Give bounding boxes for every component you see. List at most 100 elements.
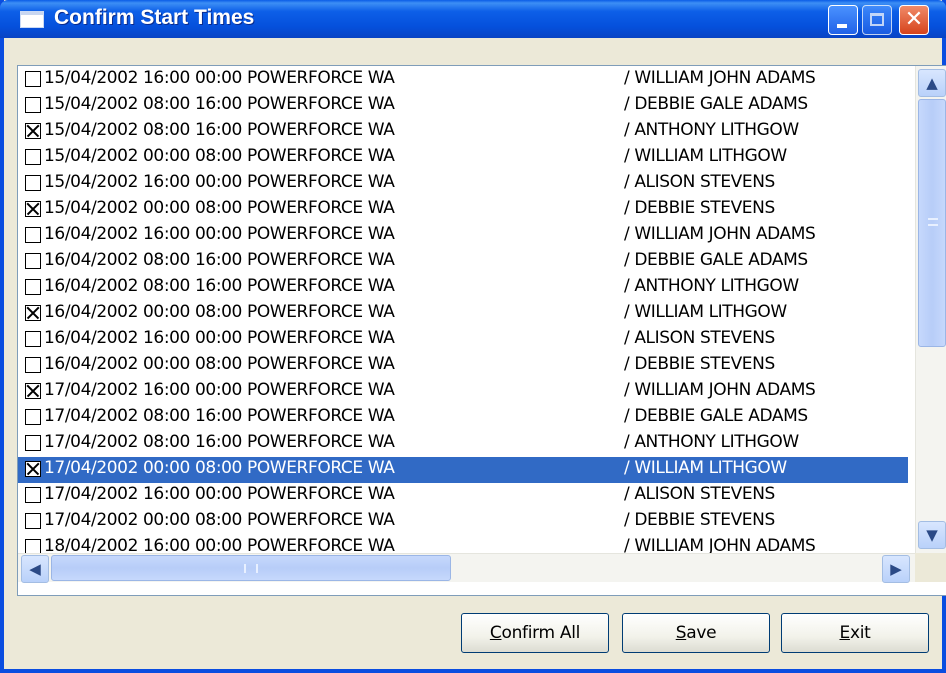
employee-name-text: / DEBBIE STEVENS [624,354,775,374]
button-label: xit [849,623,871,643]
list-item[interactable]: 15/04/2002 08:00 16:00 POWERFORCE WA / AN… [18,119,908,145]
window-icon [20,11,44,28]
list-item[interactable]: 16/04/2002 00:00 08:00 POWERFORCE WA / WI… [18,301,908,327]
employee-name-text: / DEBBIE STEVENS [624,510,775,530]
grip-icon [244,564,258,573]
row-checkbox[interactable] [25,253,41,269]
shift-entry-text: 17/04/2002 00:00 08:00 POWERFORCE WA [44,510,395,530]
shift-entry-text: 16/04/2002 00:00 08:00 POWERFORCE WA [44,354,395,374]
employee-name-text: / DEBBIE STEVENS [624,198,775,218]
row-checkbox[interactable] [25,279,41,295]
chevron-up-icon: ▲ [926,74,938,92]
vertical-scroll-thumb[interactable] [918,99,946,347]
employee-name-text: / DEBBIE GALE ADAMS [624,250,808,270]
chevron-right-icon: ▶ [890,560,902,578]
shift-entry-text: 15/04/2002 16:00 00:00 POWERFORCE WA [44,68,395,88]
shift-entry-text: 16/04/2002 08:00 16:00 POWERFORCE WA [44,250,395,270]
row-checkbox[interactable] [25,201,41,217]
shift-entry-text: 17/04/2002 08:00 16:00 POWERFORCE WA [44,406,395,426]
row-checkbox[interactable] [25,409,41,425]
list-item[interactable]: 17/04/2002 00:00 08:00 POWERFORCE WA / DE… [18,509,908,535]
grip-icon [928,218,938,226]
mnemonic: E [839,623,850,643]
scroll-left-button[interactable]: ◀ [21,555,49,583]
list-item[interactable]: 18/04/2002 16:00 00:00 POWERFORCE WA / WI… [18,535,908,553]
chevron-down-icon: ▼ [926,526,938,544]
row-checkbox[interactable] [25,357,41,373]
shift-entry-text: 15/04/2002 08:00 16:00 POWERFORCE WA [44,94,395,114]
employee-name-text: / ALISON STEVENS [624,172,775,192]
list-item[interactable]: 17/04/2002 00:00 08:00 POWERFORCE WA / WI… [18,457,908,483]
list-item[interactable]: 17/04/2002 08:00 16:00 POWERFORCE WA / AN… [18,431,908,457]
list-item[interactable]: 16/04/2002 08:00 16:00 POWERFORCE WA / DE… [18,249,908,275]
list-item[interactable]: 17/04/2002 08:00 16:00 POWERFORCE WA / DE… [18,405,908,431]
shift-entry-text: 16/04/2002 16:00 00:00 POWERFORCE WA [44,224,395,244]
row-checkbox[interactable] [25,149,41,165]
shift-entry-text: 16/04/2002 08:00 16:00 POWERFORCE WA [44,276,395,296]
row-checkbox[interactable] [25,175,41,191]
row-checkbox[interactable] [25,123,41,139]
shift-entry-text: 17/04/2002 16:00 00:00 POWERFORCE WA [44,484,395,504]
confirm-all-button[interactable]: Confirm All [461,613,609,653]
employee-name-text: / DEBBIE GALE ADAMS [624,406,808,426]
shift-entry-text: 15/04/2002 00:00 08:00 POWERFORCE WA [44,198,395,218]
row-checkbox[interactable] [25,71,41,87]
vertical-scrollbar[interactable]: ▲ ▼ [915,66,946,553]
shift-entry-text: 16/04/2002 00:00 08:00 POWERFORCE WA [44,302,395,322]
window-title: Confirm Start Times [54,6,255,29]
list-item[interactable]: 15/04/2002 16:00 00:00 POWERFORCE WA / AL… [18,171,908,197]
row-checkbox[interactable] [25,513,41,529]
employee-name-text: / DEBBIE GALE ADAMS [624,94,808,114]
list-item[interactable]: 17/04/2002 16:00 00:00 POWERFORCE WA / AL… [18,483,908,509]
maximize-icon [870,13,884,26]
close-button[interactable]: ✕ [899,5,929,35]
employee-name-text: / ALISON STEVENS [624,328,775,348]
list-item[interactable]: 15/04/2002 00:00 08:00 POWERFORCE WA / WI… [18,145,908,171]
list-item[interactable]: 15/04/2002 00:00 08:00 POWERFORCE WA / DE… [18,197,908,223]
save-button[interactable]: Save [622,613,770,653]
list-rows: 15/04/2002 16:00 00:00 POWERFORCE WA / WI… [18,66,916,553]
minimize-button[interactable] [828,5,858,35]
shift-entry-text: 17/04/2002 08:00 16:00 POWERFORCE WA [44,432,395,452]
list-item[interactable]: 16/04/2002 16:00 00:00 POWERFORCE WA / WI… [18,223,908,249]
scroll-right-button[interactable]: ▶ [882,555,910,583]
start-times-list[interactable]: 15/04/2002 16:00 00:00 POWERFORCE WA / WI… [17,65,946,596]
horizontal-scroll-thumb[interactable] [51,555,451,581]
list-item[interactable]: 16/04/2002 16:00 00:00 POWERFORCE WA / AL… [18,327,908,353]
row-checkbox[interactable] [25,97,41,113]
employee-name-text: / ANTHONY LITHGOW [624,276,799,296]
employee-name-text: / WILLIAM JOHN ADAMS [624,380,816,400]
employee-name-text: / ALISON STEVENS [624,484,775,504]
row-checkbox[interactable] [25,461,41,477]
employee-name-text: / ANTHONY LITHGOW [624,120,799,140]
list-item[interactable]: 17/04/2002 16:00 00:00 POWERFORCE WA / WI… [18,379,908,405]
mnemonic: C [489,623,502,643]
row-checkbox[interactable] [25,539,41,553]
list-item[interactable]: 15/04/2002 16:00 00:00 POWERFORCE WA / WI… [18,67,908,93]
row-checkbox[interactable] [25,435,41,451]
shift-entry-text: 15/04/2002 16:00 00:00 POWERFORCE WA [44,172,395,192]
horizontal-scrollbar[interactable]: ◀ ▶ [18,553,915,583]
mnemonic: S [675,623,687,643]
scrollbar-corner [915,553,946,582]
list-item[interactable]: 16/04/2002 00:00 08:00 POWERFORCE WA / DE… [18,353,908,379]
employee-name-text: / WILLIAM JOHN ADAMS [624,536,816,553]
shift-entry-text: 15/04/2002 08:00 16:00 POWERFORCE WA [44,120,395,140]
shift-entry-text: 17/04/2002 00:00 08:00 POWERFORCE WA [44,458,395,478]
shift-entry-text: 17/04/2002 16:00 00:00 POWERFORCE WA [44,380,395,400]
row-checkbox[interactable] [25,331,41,347]
employee-name-text: / WILLIAM JOHN ADAMS [624,224,816,244]
list-item[interactable]: 16/04/2002 08:00 16:00 POWERFORCE WA / AN… [18,275,908,301]
list-item[interactable]: 15/04/2002 08:00 16:00 POWERFORCE WA / DE… [18,93,908,119]
row-checkbox[interactable] [25,487,41,503]
shift-entry-text: 18/04/2002 16:00 00:00 POWERFORCE WA [44,536,395,553]
row-checkbox[interactable] [25,305,41,321]
button-label: onfirm All [501,623,581,643]
row-checkbox[interactable] [25,227,41,243]
scroll-up-button[interactable]: ▲ [918,69,946,97]
exit-button[interactable]: Exit [781,613,929,653]
minimize-icon [837,24,847,28]
scroll-down-button[interactable]: ▼ [918,521,946,549]
title-bar[interactable]: Confirm Start Times ✕ [0,0,946,38]
row-checkbox[interactable] [25,383,41,399]
